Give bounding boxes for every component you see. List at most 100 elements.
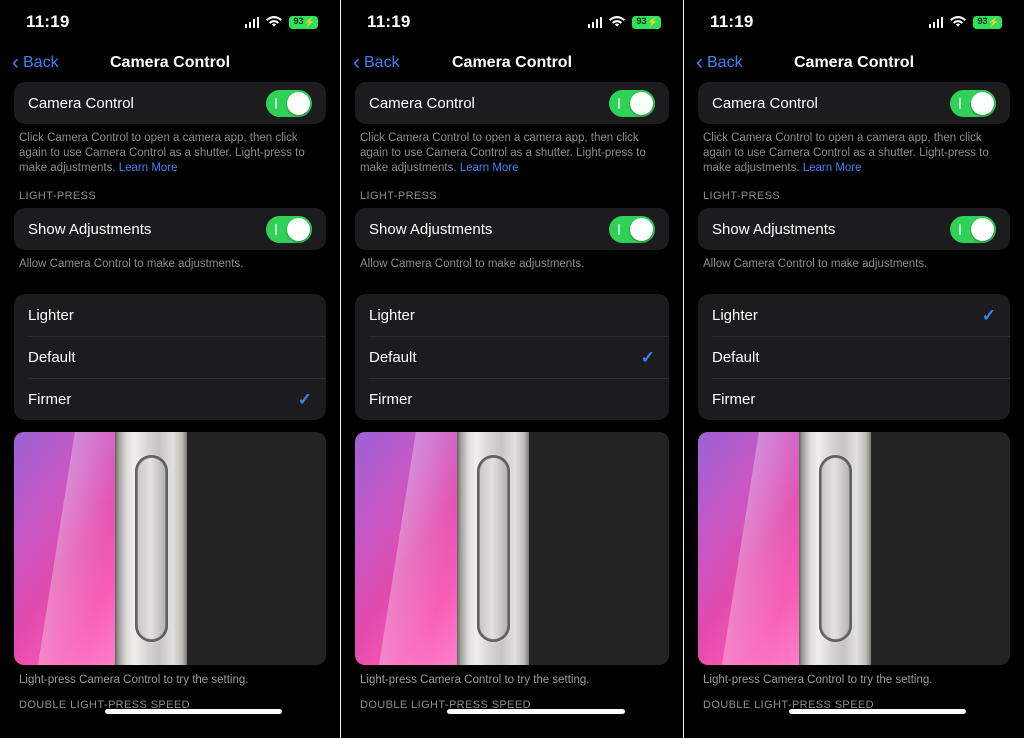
settings-content: Camera Control Click Camera Control to o…	[0, 82, 340, 432]
status-bar-clock: 11:19	[710, 12, 754, 31]
phone-screen-gradient	[355, 432, 458, 665]
show-adjustments-card: Show Adjustments	[14, 208, 326, 250]
camera-control-button-illustration	[134, 455, 168, 642]
double-light-press-section: DOUBLE LIGHT-PRESS SPEED	[341, 699, 683, 714]
learn-more-link[interactable]: Learn More	[460, 162, 519, 174]
camera-control-footnote: Click Camera Control to open a camera ap…	[14, 124, 326, 176]
chevron-left-icon: ‹	[696, 50, 703, 74]
camera-control-toggle-row[interactable]: Camera Control	[355, 82, 669, 124]
option-row-default[interactable]: Default	[14, 336, 326, 378]
camera-control-button-illustration	[476, 455, 510, 642]
battery-percent: 93	[977, 16, 988, 28]
preview-dark-area	[529, 432, 669, 665]
charging-bolt-icon: ⚡	[987, 16, 999, 27]
option-label-lighter: Lighter	[712, 306, 758, 324]
battery-percent: 93	[636, 16, 647, 28]
home-indicator	[105, 709, 283, 714]
phone-edge-metal	[799, 432, 872, 665]
checkmark-icon: ✓	[297, 389, 312, 409]
status-bar-indicators: 93 ⚡	[244, 15, 318, 29]
camera-control-toggle-row[interactable]: Camera Control	[14, 82, 326, 124]
option-row-lighter[interactable]: Lighter ✓	[698, 294, 1010, 336]
phone-screen-gradient	[14, 432, 116, 665]
charging-bolt-icon: ⚡	[646, 16, 658, 27]
status-bar-indicators: 93 ⚡	[587, 15, 661, 29]
camera-control-toggle-card: Camera Control	[14, 82, 326, 124]
show-adjustments-toggle[interactable]	[266, 215, 312, 243]
option-label-default: Default	[28, 348, 76, 366]
cellular-bars-icon	[587, 16, 603, 28]
show-adjustments-footnote: Allow Camera Control to make adjustments…	[360, 258, 585, 270]
option-row-firmer[interactable]: Firmer	[698, 378, 1010, 420]
camera-control-toggle[interactable]	[950, 89, 996, 117]
option-row-lighter[interactable]: Lighter	[14, 294, 326, 336]
double-light-press-section: DOUBLE LIGHT-PRESS SPEED	[0, 699, 340, 714]
phone-screen-gradient	[698, 432, 800, 665]
show-adjustments-label: Show Adjustments	[369, 220, 493, 238]
option-row-default[interactable]: Default	[698, 336, 1010, 378]
charging-bolt-icon: ⚡	[303, 16, 315, 27]
cellular-bars-icon	[928, 16, 944, 28]
wifi-icon	[609, 16, 626, 28]
option-row-firmer[interactable]: Firmer ✓	[14, 378, 326, 420]
show-adjustments-footnote: Allow Camera Control to make adjustments…	[19, 258, 244, 270]
pressure-options-card: Lighter Default Firmer ✓	[14, 294, 326, 420]
option-label-default: Default	[369, 348, 417, 366]
preview-dark-area	[187, 432, 326, 665]
home-indicator	[789, 709, 967, 714]
camera-control-toggle-row[interactable]: Camera Control	[698, 82, 1010, 124]
settings-content: Camera Control Click Camera Control to o…	[684, 82, 1024, 432]
status-bar-clock: 11:19	[367, 12, 411, 31]
camera-control-button-illustration	[818, 455, 852, 642]
chevron-left-icon: ‹	[353, 50, 360, 74]
battery-charging-icon: 93 ⚡	[632, 15, 661, 29]
camera-control-toggle[interactable]	[266, 89, 312, 117]
pressure-options-card: Lighter ✓ Default Firmer	[698, 294, 1010, 420]
learn-more-link[interactable]: Learn More	[119, 162, 178, 174]
status-bar: 11:19 93 ⚡	[0, 0, 340, 44]
show-adjustments-row[interactable]: Show Adjustments	[355, 208, 669, 250]
camera-control-label: Camera Control	[28, 94, 134, 112]
camera-control-toggle-card: Camera Control	[355, 82, 669, 124]
camera-control-preview-image	[14, 432, 326, 665]
camera-control-footnote: Click Camera Control to open a camera ap…	[355, 124, 669, 176]
status-bar-clock: 11:19	[26, 12, 70, 31]
camera-control-toggle[interactable]	[609, 89, 655, 117]
back-button-label: Back	[23, 54, 59, 71]
status-bar-indicators: 93 ⚡	[928, 15, 1002, 29]
show-adjustments-card: Show Adjustments	[698, 208, 1010, 250]
back-button[interactable]: ‹ Back	[12, 52, 59, 73]
camera-control-preview-image	[698, 432, 1010, 665]
pressure-options-card: Lighter Default ✓ Firmer	[355, 294, 669, 420]
camera-control-label: Camera Control	[369, 94, 475, 112]
phone-panel-firmer: 11:19 93 ⚡ ‹ Back Camera Control Camera …	[0, 0, 340, 738]
show-adjustments-card: Show Adjustments	[355, 208, 669, 250]
camera-control-label: Camera Control	[712, 94, 818, 112]
show-adjustments-row[interactable]: Show Adjustments	[14, 208, 326, 250]
checkmark-icon: ✓	[640, 347, 655, 367]
double-light-press-section: DOUBLE LIGHT-PRESS SPEED	[684, 699, 1024, 714]
status-bar: 11:19 93 ⚡	[341, 0, 683, 44]
back-button[interactable]: ‹ Back	[696, 50, 743, 74]
phone-edge-metal	[457, 432, 530, 665]
option-row-firmer[interactable]: Firmer	[355, 378, 669, 420]
option-row-default[interactable]: Default ✓	[355, 336, 669, 378]
light-press-section-header: LIGHT-PRESS	[360, 190, 438, 202]
show-adjustments-label: Show Adjustments	[712, 220, 836, 238]
preview-dark-area	[871, 432, 1010, 665]
home-indicator	[447, 709, 625, 714]
learn-more-link[interactable]: Learn More	[803, 162, 862, 174]
option-label-lighter: Lighter	[28, 306, 74, 324]
option-label-firmer: Firmer	[369, 390, 413, 408]
cellular-bars-icon	[244, 16, 260, 28]
option-label-lighter: Lighter	[369, 306, 415, 324]
phone-panel-lighter: 11:19 93 ⚡ ‹ Back Camera Control Camera …	[684, 0, 1024, 738]
three-panel-screenshot-strip: 11:19 93 ⚡ ‹ Back Camera Control Camera …	[0, 0, 1024, 738]
back-button[interactable]: ‹ Back	[353, 50, 400, 74]
show-adjustments-toggle[interactable]	[950, 215, 996, 243]
option-row-lighter[interactable]: Lighter	[355, 294, 669, 336]
light-press-section-header: LIGHT-PRESS	[19, 190, 97, 202]
show-adjustments-footnote: Allow Camera Control to make adjustments…	[703, 258, 928, 270]
show-adjustments-row[interactable]: Show Adjustments	[698, 208, 1010, 250]
show-adjustments-toggle[interactable]	[609, 215, 655, 243]
